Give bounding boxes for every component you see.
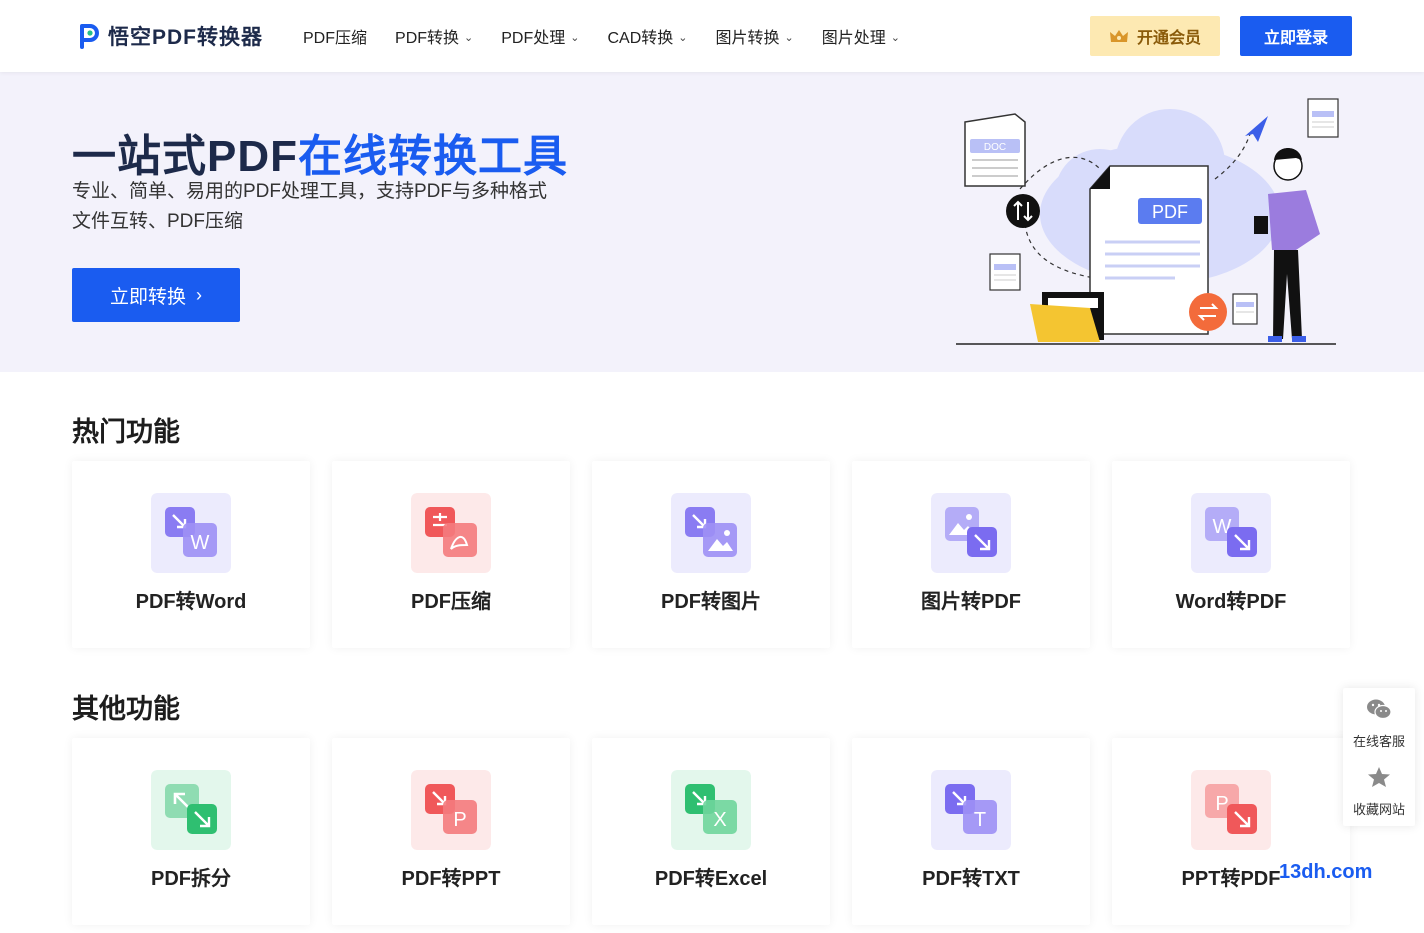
nav-label: PDF处理 <box>501 30 566 47</box>
login-button[interactable]: 立即登录 <box>1240 16 1352 56</box>
nav-image-convert[interactable]: 图片转换 ⌄ <box>716 24 794 48</box>
feature-label: PDF转Excel <box>654 868 768 890</box>
doc-document: DOC <box>964 113 1026 187</box>
nav-label: 图片转换 <box>715 30 780 47</box>
vip-button[interactable]: 开通会员 <box>1090 16 1220 56</box>
nav-label: PDF压缩 <box>303 30 368 47</box>
site-watermark: 13dh.com <box>1279 861 1373 883</box>
feature-card-pdf-to-ppt[interactable]: P PDF转PPT <box>332 738 570 925</box>
convert-now-label: 立即转换 <box>109 286 186 308</box>
nav-label: CAD转换 <box>607 30 674 47</box>
nav-pdf-convert[interactable]: PDF转换 ⌄ <box>395 24 473 48</box>
feature-card-image-to-pdf[interactable]: 图片转PDF <box>852 461 1090 648</box>
star-icon <box>1368 767 1390 787</box>
bookmark-site-button[interactable]: 收藏网站 <box>1343 766 1415 818</box>
nav-label: 图片处理 <box>821 30 886 47</box>
nav-image-process[interactable]: 图片处理 ⌄ <box>822 24 900 48</box>
hot-features-title: 热门功能 <box>72 417 180 447</box>
nav-cad-convert[interactable]: CAD转换 ⌄ <box>607 24 687 48</box>
feature-card-ppt-to-pdf[interactable]: P PPT转PDF <box>1112 738 1350 925</box>
hero-title-accent: 在线转换工具 <box>298 132 568 181</box>
hero-subtitle: 专业、简单、易用的PDF处理工具，支持PDF与多种格式文件互转、PDF压缩 <box>72 181 548 232</box>
hero-illustration: DOC PDF <box>956 98 1339 345</box>
chevron-right-icon: › <box>196 284 202 305</box>
feature-label: 图片转PDF <box>921 591 1021 613</box>
hero-title: 一站式PDF在线转换工具 <box>72 120 568 184</box>
image-to-pdf-icon <box>931 493 1011 573</box>
other-features-title: 其他功能 <box>72 694 180 724</box>
icon-glyph: W <box>191 532 210 554</box>
vip-label: 开通会员 <box>1136 30 1201 47</box>
pdf-to-word-icon: W <box>151 493 231 573</box>
folder-icon <box>1030 292 1104 342</box>
small-document <box>1307 98 1339 138</box>
chevron-down-icon: ⌄ <box>678 31 688 44</box>
icon-glyph: P <box>1215 793 1228 815</box>
chevron-down-icon: ⌄ <box>890 31 900 44</box>
online-service-button[interactable]: 在线客服 <box>1343 698 1415 750</box>
chevron-down-icon: ⌄ <box>570 31 580 44</box>
brand-logo[interactable]: 悟空PDF转换器 <box>78 22 263 50</box>
feature-label: PDF转Word <box>135 591 247 613</box>
hot-features-grid: W PDF转Word PDF压缩 PDF转图片 图片转PDF W Word转PD… <box>72 461 1350 648</box>
paper-plane-icon <box>1245 116 1268 142</box>
small-document <box>989 253 1021 291</box>
feature-card-pdf-to-image[interactable]: PDF转图片 <box>592 461 830 648</box>
icon-glyph: P <box>453 809 466 831</box>
convert-now-button[interactable]: 立即转换 › <box>72 268 240 322</box>
pdf-to-txt-icon: T <box>931 770 1011 850</box>
pdf-to-ppt-icon: P <box>411 770 491 850</box>
feature-card-pdf-to-txt[interactable]: T PDF转TXT <box>852 738 1090 925</box>
feature-card-pdf-split[interactable]: PDF拆分 <box>72 738 310 925</box>
pdf-to-image-icon <box>671 493 751 573</box>
brand-name: 悟空PDF转换器 <box>108 26 263 49</box>
nav-pdf-compress[interactable]: PDF压缩 <box>303 24 367 48</box>
feature-label: PDF压缩 <box>411 591 491 613</box>
chevron-down-icon: ⌄ <box>784 31 794 44</box>
icon-glyph: T <box>974 809 986 831</box>
sync-icon <box>1006 194 1040 228</box>
icon-glyph: X <box>713 809 726 831</box>
pdf-split-icon <box>151 770 231 850</box>
top-header: 悟空PDF转换器 PDF压缩 PDF转换 ⌄ PDF处理 ⌄ CAD转换 ⌄ 图… <box>0 0 1424 72</box>
word-to-pdf-icon: W <box>1191 493 1271 573</box>
hero-title-plain: 一站式PDF <box>72 132 298 181</box>
wechat-icon <box>1367 699 1392 720</box>
pdf-tag: PDF <box>1152 202 1188 222</box>
other-features-grid: PDF拆分 P PDF转PPT X PDF转Excel T PDF转TXT P … <box>72 738 1350 925</box>
feature-label: PDF转PPT <box>401 868 501 890</box>
floating-side-panel: 在线客服 收藏网站 <box>1343 688 1415 826</box>
small-document <box>1232 293 1258 325</box>
feature-label: PDF转TXT <box>922 868 1020 890</box>
online-service-label: 在线客服 <box>1352 734 1405 749</box>
chevron-down-icon: ⌄ <box>464 31 474 44</box>
feature-card-pdf-compress[interactable]: PDF压缩 <box>332 461 570 648</box>
main-nav: PDF压缩 PDF转换 ⌄ PDF处理 ⌄ CAD转换 ⌄ 图片转换 ⌄ 图片处… <box>303 24 928 48</box>
feature-card-word-to-pdf[interactable]: W Word转PDF <box>1112 461 1350 648</box>
ppt-to-pdf-icon: P <box>1191 770 1271 850</box>
pdf-to-excel-icon: X <box>671 770 751 850</box>
nav-label: PDF转换 <box>395 30 460 47</box>
logo-icon <box>80 24 99 49</box>
feature-label: Word转PDF <box>1175 591 1287 613</box>
feature-label: PDF转图片 <box>661 591 761 613</box>
pdf-compress-icon <box>411 493 491 573</box>
feature-card-pdf-to-word[interactable]: W PDF转Word <box>72 461 310 648</box>
doc-tag: DOC <box>984 142 1006 153</box>
hero-banner: 一站式PDF在线转换工具 专业、简单、易用的PDF处理工具，支持PDF与多种格式… <box>0 72 1424 372</box>
feature-label: PDF拆分 <box>151 868 231 890</box>
swap-icon <box>1189 293 1227 331</box>
crown-icon <box>1109 30 1128 42</box>
bookmark-site-label: 收藏网站 <box>1352 802 1405 817</box>
nav-pdf-process[interactable]: PDF处理 ⌄ <box>501 24 579 48</box>
feature-card-pdf-to-excel[interactable]: X PDF转Excel <box>592 738 830 925</box>
